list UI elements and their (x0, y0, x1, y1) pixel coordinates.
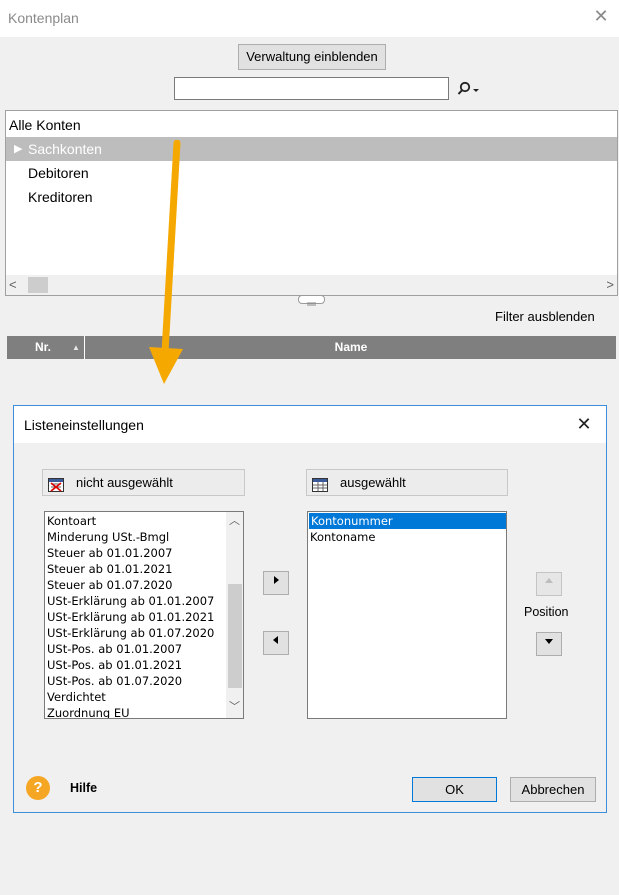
list-item[interactable]: Kontoname (310, 529, 375, 545)
move-left-button[interactable] (263, 631, 289, 655)
list-header-label: nicht ausgewählt (76, 475, 173, 490)
triangle-up-icon (545, 578, 553, 583)
position-down-button[interactable] (536, 632, 562, 656)
scroll-left-icon[interactable]: < (9, 275, 23, 295)
list-excluded-icon (48, 475, 64, 492)
tree-item-debitoren[interactable]: Debitoren (28, 161, 89, 185)
window-title: Kontenplan (8, 10, 79, 26)
list-item[interactable]: USt-Erklärung ab 01.01.2007 (47, 593, 214, 609)
list-item[interactable]: Kontoart (47, 513, 96, 529)
tree-item-all-accounts[interactable]: Alle Konten (9, 113, 81, 137)
show-admin-button[interactable]: Verwaltung einblenden (238, 44, 386, 70)
triangle-right-icon (274, 576, 279, 584)
annotation-arrow-icon (149, 140, 183, 384)
search-input[interactable] (174, 77, 449, 100)
vertical-scrollbar[interactable]: ︿ ﹀ (226, 512, 243, 718)
dialog-close-icon[interactable]: ✕ (574, 414, 594, 434)
window-close-icon[interactable]: ✕ (591, 6, 611, 26)
list-item[interactable]: Steuer ab 01.01.2007 (47, 545, 172, 561)
horizontal-scrollbar[interactable]: < > (6, 275, 617, 295)
list-header-label: ausgewählt (340, 475, 406, 490)
sort-ascending-icon: ▲ (72, 343, 80, 352)
list-item[interactable]: Steuer ab 01.01.2021 (47, 561, 172, 577)
scroll-right-icon[interactable]: > (600, 275, 614, 295)
triangle-left-icon (273, 636, 278, 644)
list-settings-dialog: Listeneinstellungen ✕ nicht ausgewählt a… (13, 405, 607, 813)
account-tree: Alle Konten ▶ Sachkonten Debitoren Kredi… (5, 110, 618, 296)
list-item[interactable]: USt-Pos. ab 01.07.2020 (47, 673, 182, 689)
scroll-up-icon[interactable]: ︿ (226, 514, 243, 528)
triangle-down-icon (545, 639, 553, 644)
splitter-handle[interactable] (298, 295, 325, 306)
position-up-button[interactable] (536, 572, 562, 596)
scroll-down-icon[interactable]: ﹀ (226, 700, 243, 714)
selected-list[interactable]: Kontonummer Kontoname (307, 511, 507, 719)
cancel-button[interactable]: Abbrechen (510, 777, 596, 802)
dialog-titlebar: Listeneinstellungen ✕ (14, 406, 606, 443)
list-item[interactable]: USt-Erklärung ab 01.07.2020 (47, 625, 214, 641)
help-icon[interactable]: ? (26, 776, 50, 800)
move-right-button[interactable] (263, 571, 289, 595)
list-item-selected[interactable]: Kontonummer (309, 513, 506, 529)
list-item[interactable]: Minderung USt.-Bmgl (47, 529, 169, 545)
column-label: Nr. (35, 340, 52, 354)
list-item[interactable]: USt-Erklärung ab 01.01.2021 (47, 609, 214, 625)
scrollbar-thumb[interactable] (228, 584, 242, 688)
dialog-title: Listeneinstellungen (24, 417, 144, 433)
list-item[interactable]: Verdichtet (47, 689, 106, 705)
list-item[interactable]: USt-Pos. ab 01.01.2007 (47, 641, 182, 657)
grid-header: Nr. ▲ Name (7, 336, 616, 359)
hide-filter-link[interactable]: Filter ausblenden (495, 309, 595, 324)
search-icon[interactable] (455, 80, 481, 98)
list-item[interactable]: Steuer ab 01.07.2020 (47, 577, 172, 593)
tree-item-kreditoren[interactable]: Kreditoren (28, 185, 93, 209)
list-item[interactable]: USt-Pos. ab 01.01.2021 (47, 657, 182, 673)
list-item[interactable]: Zuordnung EU (47, 705, 130, 718)
window-titlebar: Kontenplan ✕ (0, 0, 619, 37)
scrollbar-thumb[interactable] (28, 277, 48, 293)
ok-button[interactable]: OK (412, 777, 497, 802)
position-label: Position (524, 605, 569, 619)
tree-item-sachkonten[interactable]: ▶ Sachkonten (6, 137, 617, 161)
not-selected-list[interactable]: Kontoart Minderung USt.-Bmgl Steuer ab 0… (44, 511, 244, 719)
list-table-icon (312, 475, 328, 492)
help-label[interactable]: Hilfe (70, 781, 97, 795)
selected-header: ausgewählt (306, 469, 508, 496)
column-header-nr[interactable]: Nr. ▲ (7, 336, 85, 359)
expand-arrow-icon[interactable]: ▶ (14, 137, 22, 161)
not-selected-header: nicht ausgewählt (42, 469, 245, 496)
tree-item-label: Sachkonten (28, 141, 102, 157)
